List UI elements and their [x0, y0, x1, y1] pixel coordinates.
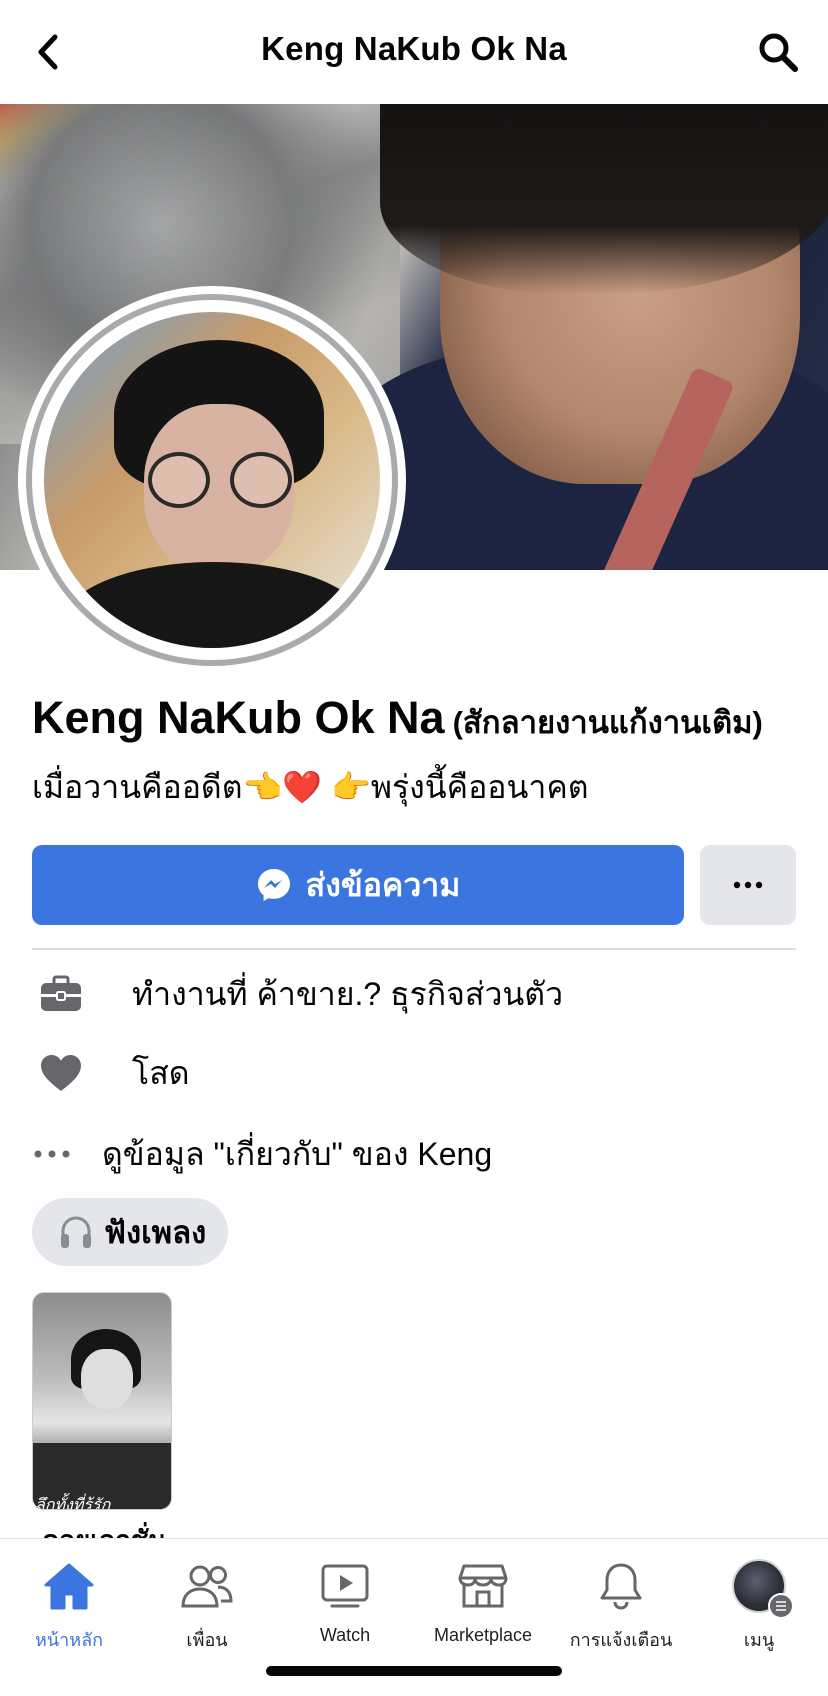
heart-icon [32, 1049, 90, 1097]
tab-marketplace-label: Marketplace [433, 1625, 533, 1645]
tab-notifications-label: การแจ้งเตือน [569, 1630, 673, 1650]
profile-picture[interactable] [26, 294, 398, 666]
home-indicator[interactable] [266, 1666, 562, 1676]
tab-home[interactable]: หน้าหลัก [0, 1557, 138, 1654]
info-work-text: ทำงานที่ ค้าขาย.? ธุรกิจส่วนตัว [132, 975, 564, 1012]
page-title: Keng NaKub Ok Na [261, 30, 567, 67]
info-row-relationship: โสด [32, 1043, 792, 1103]
see-about-info-link[interactable]: ดูข้อมูล "เกี่ยวกับ" ของ Keng [32, 1124, 792, 1184]
headphones-icon [61, 1216, 91, 1248]
bell-icon [591, 1557, 651, 1615]
more-options-button[interactable] [700, 845, 796, 925]
tab-watch[interactable]: Watch [276, 1557, 414, 1646]
tab-friends-label: เพื่อน [186, 1630, 228, 1650]
tab-home-label: หน้าหลัก [34, 1630, 104, 1650]
featured-story-card[interactable]: ลึกทั้งที่รู้รัก [32, 1292, 172, 1510]
friends-icon [177, 1557, 237, 1615]
marketplace-icon [453, 1557, 513, 1615]
see-about-info-text: ดูข้อมูล "เกี่ยวกับ" ของ Keng [102, 1135, 493, 1172]
profile-photo [44, 312, 380, 648]
info-row-work: ทำงานที่ ค้าขาย.? ธุรกิจส่วนตัว [32, 964, 792, 1024]
tab-friends[interactable]: เพื่อน [138, 1557, 276, 1654]
more-horizontal-icon [733, 881, 763, 889]
top-bar: Keng NaKub Ok Na [0, 0, 828, 104]
send-message-button[interactable]: ส่งข้อความ [32, 845, 684, 925]
divider [32, 948, 796, 950]
info-relationship-text: โสด [132, 1054, 190, 1091]
messenger-icon [257, 869, 290, 901]
briefcase-icon [32, 970, 90, 1018]
search-button[interactable] [754, 28, 802, 76]
listen-music-label: ฟังเพลง [104, 1215, 207, 1250]
tab-menu[interactable]: เมนู [690, 1557, 828, 1654]
tab-menu-label: เมนู [743, 1630, 775, 1650]
tab-marketplace[interactable]: Marketplace [414, 1557, 552, 1646]
more-horizontal-icon [32, 1130, 72, 1178]
menu-avatar-icon [732, 1559, 794, 1619]
profile-alt-name: (สักลายงานแก้งานเติม) [452, 705, 763, 740]
listen-music-button[interactable]: ฟังเพลง [32, 1198, 228, 1266]
tab-watch-label: Watch [319, 1625, 371, 1645]
search-icon [759, 33, 798, 72]
watch-icon [315, 1557, 375, 1615]
home-icon [39, 1557, 99, 1615]
story-caption[interactable]: คอยเลกชั่น [42, 1520, 166, 1538]
profile-name: Keng NaKub Ok Na [32, 692, 445, 743]
story-overlay-text: ลึกทั้งที่รู้รัก [35, 1497, 111, 1510]
tab-notifications[interactable]: การแจ้งเตือน [552, 1557, 690, 1654]
menu-lines-icon [768, 1593, 794, 1619]
send-message-label: ส่งข้อความ [305, 866, 461, 903]
profile-bio: เมื่อวานคืออดีต👈❤️ 👉พรุ่งนี้คืออนาคต [32, 769, 589, 805]
profile-name-row: Keng NaKub Ok Na (สักลายงานแก้งานเติม) [32, 692, 812, 747]
